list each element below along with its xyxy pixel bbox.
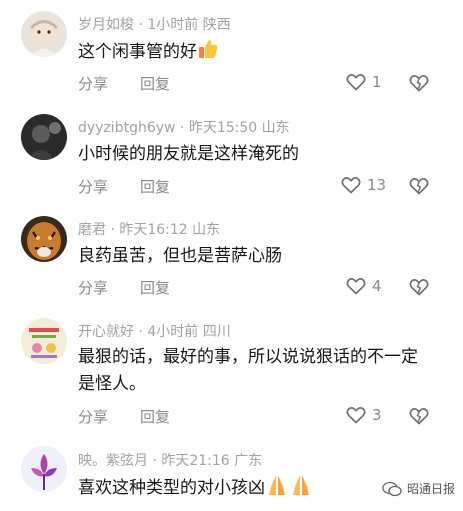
location: 四川 <box>202 324 231 340</box>
comment-meta: 映。紫弦月 · 昨天21:16 广东 <box>78 453 263 469</box>
avatar[interactable] <box>21 114 67 160</box>
dislike-button[interactable] <box>409 278 429 300</box>
avatar[interactable] <box>21 216 67 262</box>
like-count: 13 <box>367 176 387 194</box>
dislike-button[interactable] <box>409 74 429 96</box>
wechat-icon <box>382 481 402 496</box>
like-button[interactable]: 13 <box>341 176 386 194</box>
timestamp: 4小时前 <box>147 324 199 340</box>
heart-icon <box>346 407 366 424</box>
comment-meta: dyyzibtgh6yw · 昨天15:50 山东 <box>78 120 290 136</box>
location: 陕西 <box>202 17 231 33</box>
username[interactable]: 磨君 <box>78 222 106 238</box>
comment-text: 喜欢这种类型的对小孩凶 <box>78 473 348 506</box>
comment-text: 这个闲事管的好 <box>78 38 428 69</box>
share-button[interactable]: 分享 <box>78 176 108 197</box>
reply-button[interactable]: 回复 <box>140 73 170 94</box>
like-count: 1 <box>372 73 382 91</box>
like-button[interactable]: 3 <box>346 406 382 424</box>
share-button[interactable]: 分享 <box>78 406 108 427</box>
watermark-text: 昭通日报 <box>407 482 456 496</box>
timestamp: 昨天15:50 <box>188 120 258 136</box>
broken-heart-icon <box>409 178 429 195</box>
reply-button[interactable]: 回复 <box>140 277 170 298</box>
broken-heart-icon <box>409 408 429 425</box>
comment-meta: 岁月如梭 · 1小时前 陕西 <box>78 17 231 33</box>
location: 山东 <box>261 120 290 136</box>
share-button[interactable]: 分享 <box>78 73 108 94</box>
timestamp: 1小时前 <box>147 17 199 33</box>
username[interactable]: 开心就好 <box>78 324 134 340</box>
reply-button[interactable]: 回复 <box>140 406 170 427</box>
thumbs-up-icon <box>197 38 219 69</box>
username[interactable]: 映。紫弦月 <box>78 453 148 469</box>
comment-text: 良药虽苦，但也是菩萨心肠 <box>78 246 282 266</box>
like-count: 4 <box>372 277 382 295</box>
timestamp: 昨天16:12 <box>119 222 188 238</box>
dislike-button[interactable] <box>409 407 429 429</box>
comment-text: 最狠的话，最好的事，所以说说狠话的不一定是怪人。 <box>78 347 418 394</box>
heart-icon <box>341 177 361 194</box>
praying-hands-icon <box>265 473 313 506</box>
heart-icon <box>346 74 366 91</box>
comment-meta: 开心就好 · 4小时前 四川 <box>78 324 231 340</box>
avatar[interactable] <box>21 446 67 492</box>
broken-heart-icon <box>409 75 429 92</box>
like-button[interactable]: 4 <box>346 277 382 295</box>
dislike-button[interactable] <box>409 177 429 199</box>
share-button[interactable]: 分享 <box>78 277 108 298</box>
comment-meta: 磨君 · 昨天16:12 山东 <box>78 222 221 238</box>
location: 山东 <box>192 222 221 238</box>
comment-text: 小时候的朋友就是这样淹死的 <box>78 144 299 164</box>
broken-heart-icon <box>409 279 429 296</box>
username[interactable]: 岁月如梭 <box>78 17 134 33</box>
username[interactable]: dyyzibtgh6yw <box>78 120 175 136</box>
avatar[interactable] <box>21 318 67 364</box>
avatar[interactable] <box>21 11 67 57</box>
reply-button[interactable]: 回复 <box>140 176 170 197</box>
heart-icon <box>346 278 366 295</box>
watermark: 昭通日报 <box>382 480 455 497</box>
like-count: 3 <box>372 406 382 424</box>
timestamp: 昨天21:16 <box>161 453 230 469</box>
location: 广东 <box>234 453 263 469</box>
like-button[interactable]: 1 <box>346 73 382 91</box>
